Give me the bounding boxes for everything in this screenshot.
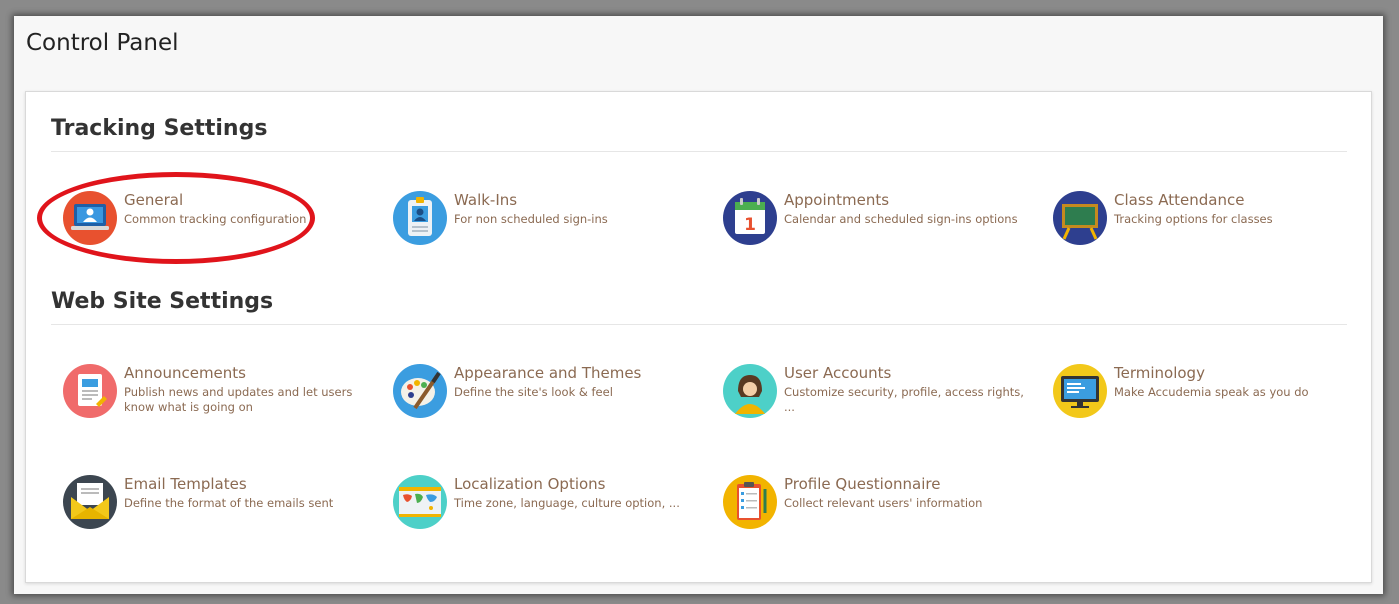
tile-title: General — [124, 191, 184, 209]
tile-class-attendance[interactable]: Class Attendance Tracking options for cl… — [1041, 191, 1361, 251]
tile-description: Time zone, language, culture option, ... — [454, 496, 680, 510]
tile-description: For non scheduled sign-ins — [454, 212, 608, 226]
tile-announcements[interactable]: Announcements Publish news and updates a… — [51, 364, 371, 424]
tile-description: Tracking options for classes — [1114, 212, 1273, 226]
tile-description: Make Accudemia speak as you do — [1114, 385, 1309, 399]
tile-description: Customize security, profile, access righ… — [784, 385, 1024, 414]
tile-description: Common tracking configuration — [124, 212, 307, 226]
tile-title: Appearance and Themes — [454, 364, 642, 382]
page-title: Control Panel — [26, 30, 179, 56]
calendar-icon: 1 — [723, 191, 777, 245]
tile-email-templates[interactable]: Email Templates Define the format of the… — [51, 475, 371, 535]
tile-user-accounts[interactable]: User Accounts Customize security, profil… — [711, 364, 1031, 424]
section-title-website: Web Site Settings — [51, 289, 1347, 325]
clipboard-icon — [723, 475, 777, 529]
tile-description: Publish news and updates and let users k… — [124, 385, 353, 414]
tile-title: Terminology — [1114, 364, 1205, 382]
tile-title: Profile Questionnaire — [784, 475, 941, 493]
tile-title: User Accounts — [784, 364, 892, 382]
tile-description: Define the format of the emails sent — [124, 496, 334, 510]
tile-terminology[interactable]: Terminology Make Accudemia speak as you … — [1041, 364, 1361, 424]
user-avatar-icon — [723, 364, 777, 418]
window-frame: Control Panel Tracking Settings General … — [14, 16, 1383, 594]
tile-title: Email Templates — [124, 475, 247, 493]
tile-localization-options[interactable]: Localization Options Time zone, language… — [381, 475, 701, 535]
document-icon — [63, 364, 117, 418]
settings-panel: Tracking Settings General Common trackin… — [25, 91, 1372, 583]
tile-title: Appointments — [784, 191, 890, 209]
section-title-tracking: Tracking Settings — [51, 116, 1347, 152]
envelope-icon — [63, 475, 117, 529]
tile-profile-questionnaire[interactable]: Profile Questionnaire Collect relevant u… — [711, 475, 1031, 535]
tile-general[interactable]: General Common tracking configuration — [51, 191, 371, 251]
tile-title: Class Attendance — [1114, 191, 1245, 209]
tile-description: Calendar and scheduled sign-ins options — [784, 212, 1018, 226]
id-badge-icon — [393, 191, 447, 245]
svg-text:1: 1 — [744, 215, 756, 235]
tile-description: Define the site's look & feel — [454, 385, 613, 399]
tile-title: Localization Options — [454, 475, 606, 493]
palette-icon — [393, 364, 447, 418]
tile-title: Walk-Ins — [454, 191, 518, 209]
tile-description: Collect relevant users' information — [784, 496, 983, 510]
screen-text-icon — [1053, 364, 1107, 418]
tile-walk-ins[interactable]: Walk-Ins For non scheduled sign-ins — [381, 191, 701, 251]
world-map-icon — [393, 475, 447, 529]
monitor-user-icon — [63, 191, 117, 245]
tile-appointments[interactable]: 1 Appointments Calendar and scheduled si… — [711, 191, 1031, 251]
chalkboard-icon — [1053, 191, 1107, 245]
tile-appearance-themes[interactable]: Appearance and Themes Define the site's … — [381, 364, 701, 424]
tile-title: Announcements — [124, 364, 246, 382]
